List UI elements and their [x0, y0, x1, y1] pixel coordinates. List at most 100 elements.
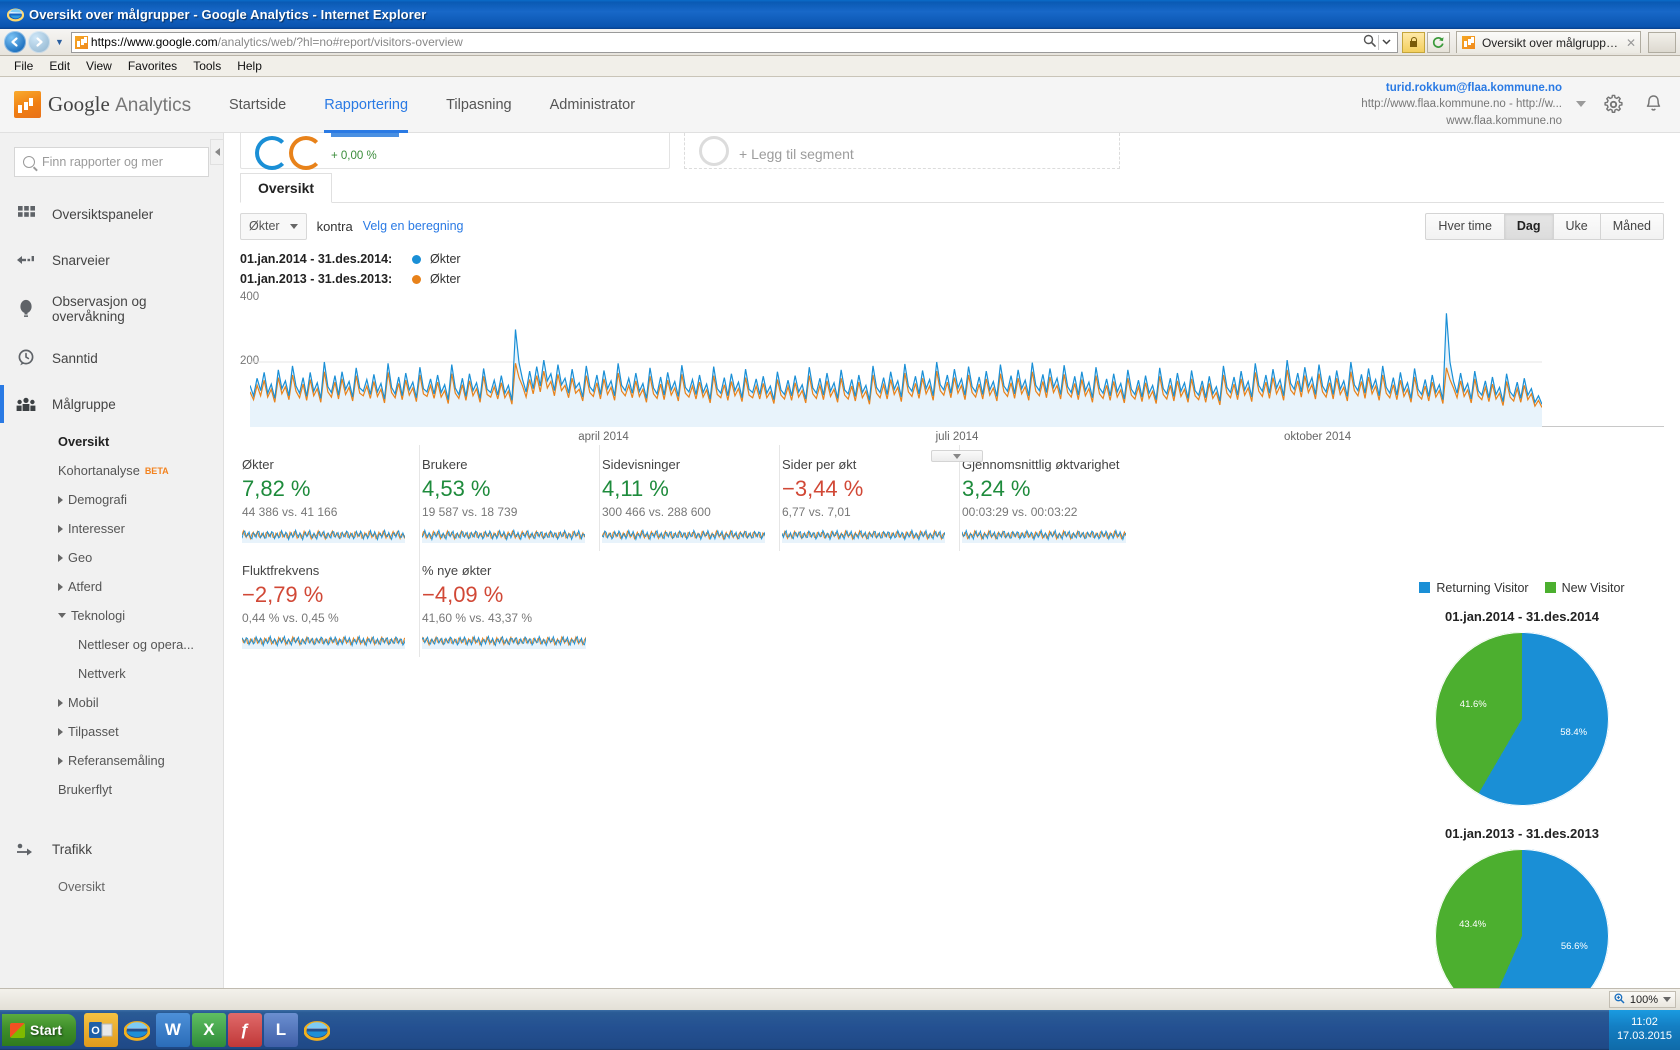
metric-label: Sidevisninger [602, 457, 681, 472]
sidebar-subitem-nettverk[interactable]: Nettverk [0, 659, 223, 688]
sidebar-item-label: Trafikk [52, 841, 92, 857]
menu-item-favorites[interactable]: Favorites [120, 58, 185, 74]
metric-sparkline [782, 525, 945, 543]
nav-rapportering[interactable]: Rapportering [305, 77, 427, 133]
menu-item-tools[interactable]: Tools [185, 58, 229, 74]
sidebar-item-oversiktspaneler[interactable]: Oversiktspaneler [0, 191, 223, 237]
sidebar-item-malgruppe[interactable]: Målgruppe [0, 381, 223, 427]
add-segment-button[interactable]: + Legg til segment [684, 133, 1120, 169]
sidebar-subitem-kohortanalyse[interactable]: Kohortanalyse BETA [0, 456, 223, 485]
nav-startside[interactable]: Startside [210, 77, 305, 133]
sidebar-item-snarveier[interactable]: Snarveier [0, 237, 223, 283]
sidebar-subitem-nettleser[interactable]: Nettleser og opera... [0, 630, 223, 659]
search-input[interactable]: Finn rapporter og mer [14, 147, 209, 177]
chevron-down-icon[interactable] [1576, 101, 1586, 108]
google-analytics-logo[interactable]: Google Analytics [14, 91, 210, 118]
sidebar-subitem-oversikt[interactable]: Oversikt [0, 427, 223, 456]
sidebar-collapse-button[interactable] [210, 139, 223, 165]
menu-item-file[interactable]: File [6, 58, 41, 74]
forward-button[interactable] [28, 31, 50, 53]
metric-card-okter[interactable]: Økter 7,82 % 44 386 vs. 41 166 [240, 445, 420, 551]
account-info[interactable]: turid.rokkum@flaa.kommune.no http://www.… [1361, 80, 1562, 129]
taskbar-clock[interactable]: 11:02 17.03.2015 [1617, 1016, 1672, 1044]
metric-select[interactable]: Økter [240, 212, 307, 240]
sidebar-item-sanntid[interactable]: Sanntid [0, 335, 223, 381]
tab-oversikt[interactable]: Oversikt [240, 173, 333, 203]
metric-label: Brukere [422, 457, 468, 472]
taskbar-outlook-icon[interactable]: O [83, 1013, 118, 1047]
taskbar-ie-2-icon[interactable] [300, 1013, 334, 1047]
metric-label: Økter [242, 457, 274, 472]
taskbar-l-app-icon[interactable]: L [263, 1013, 298, 1047]
report-tabs: Oversikt [240, 173, 1664, 203]
bell-icon[interactable] [1640, 91, 1666, 117]
chevron-down-icon[interactable] [1379, 35, 1395, 49]
system-tray: 11:02 17.03.2015 [1608, 1010, 1680, 1050]
sidebar-subitem-geo[interactable]: Geo [0, 543, 223, 572]
taskbar-ie-icon[interactable] [120, 1013, 154, 1047]
sidebar-subitem-label: Interesser [68, 521, 125, 536]
chevron-down-icon [289, 223, 298, 229]
metric-card-brukere[interactable]: Brukere 4,53 % 19 587 vs. 18 739 [420, 445, 600, 551]
pie-chart-2014[interactable]: 58.4% 41.6% [1435, 632, 1609, 806]
sidebar-subitem-referansemaling[interactable]: Referansemåling [0, 746, 223, 775]
select-calculation-link[interactable]: Velg en beregning [363, 219, 464, 233]
taskbar: Start O W X ƒ L 11:02 17.03.2015 [0, 1010, 1680, 1050]
sidebar-item-label: Observasjon og overvåkning [52, 294, 147, 324]
granularity-uke[interactable]: Uke [1553, 212, 1601, 240]
browser-toolbar: ▼ https://www.google.com/analytics/web/?… [0, 29, 1680, 56]
nav-administrator[interactable]: Administrator [531, 77, 654, 133]
browser-tab[interactable]: Oversikt over målgrupper - G... ✕ [1455, 31, 1641, 53]
sidebar-subitem-tilpasset[interactable]: Tilpasset [0, 717, 223, 746]
legend-color-swatch [1419, 582, 1431, 593]
timeseries-chart[interactable]: 400 200 april 2014 juli 2014 oktober 201… [240, 291, 1664, 462]
sidebar-item-label: Målgruppe [52, 396, 116, 412]
sidebar-subitem-demografi[interactable]: Demografi [0, 485, 223, 514]
legend-date: 01.jan.2013 - 31.des.2013: [240, 272, 393, 286]
sidebar-subitem-teknologi[interactable]: Teknologi [0, 601, 223, 630]
tab-label: Oversikt over målgrupper - G... [1481, 35, 1622, 50]
menu-item-edit[interactable]: Edit [41, 58, 78, 74]
recent-pages-dropdown[interactable]: ▼ [52, 37, 67, 47]
metric-comparison: 41,60 % vs. 43,37 % [422, 611, 533, 625]
back-button[interactable] [4, 31, 26, 53]
pie-chart-2013[interactable]: 56.6% 43.4% [1435, 849, 1609, 988]
refresh-button[interactable] [1426, 31, 1450, 53]
security-lock-button[interactable] [1401, 31, 1425, 53]
close-icon[interactable]: ✕ [1626, 36, 1636, 50]
taskbar-excel-icon[interactable]: X [191, 1013, 226, 1047]
menu-item-view[interactable]: View [78, 58, 120, 74]
menu-item-help[interactable]: Help [229, 58, 270, 74]
analytics-body: Finn rapporter og mer Oversiktspaneler S… [0, 133, 1680, 988]
nav-tilpasning[interactable]: Tilpasning [427, 77, 531, 133]
granularity-hver-time[interactable]: Hver time [1425, 212, 1505, 240]
gear-icon[interactable] [1600, 91, 1626, 117]
metric-card-nye-okter[interactable]: % nye økter −4,09 % 41,60 % vs. 43,37 % [420, 551, 600, 657]
sidebar-subitem-interesser[interactable]: Interesser [0, 514, 223, 543]
sidebar-item-trafikk[interactable]: Trafikk [0, 826, 223, 872]
metric-card-okt-varighet[interactable]: Gjennomsnittlig øktvarighet 3,24 % 00:03… [960, 445, 1140, 551]
chevron-right-icon [58, 698, 63, 707]
sidebar-subitem-atferd[interactable]: Atferd [0, 572, 223, 601]
legend-date: 01.jan.2014 - 31.des.2014: [240, 252, 393, 266]
sidebar-item-observasjon[interactable]: Observasjon og overvåkning [0, 283, 223, 335]
taskbar-f-app-icon[interactable]: ƒ [227, 1013, 262, 1047]
sidebar-subitem-mobil[interactable]: Mobil [0, 688, 223, 717]
search-icon[interactable] [1362, 34, 1378, 50]
sidebar-subitem-trafikk-oversikt[interactable]: Oversikt [0, 872, 223, 901]
zoom-control[interactable]: 100% [1608, 991, 1676, 1008]
chart-zoom-handle[interactable] [931, 450, 983, 462]
traffic-icon [14, 837, 38, 861]
taskbar-word-icon[interactable]: W [155, 1013, 190, 1047]
granularity-maned[interactable]: Måned [1600, 212, 1664, 240]
sidebar-subitem-brukerflyt[interactable]: Brukerflyt [0, 775, 223, 804]
start-button[interactable]: Start [2, 1014, 76, 1046]
segment-all-sessions[interactable]: + 0,00 % [240, 133, 670, 170]
new-tab-button[interactable] [1648, 31, 1676, 53]
metric-card-sidevisninger[interactable]: Sidevisninger 4,11 % 300 466 vs. 288 600 [600, 445, 780, 551]
granularity-dag[interactable]: Dag [1504, 212, 1554, 240]
clock-date: 17.03.2015 [1616, 1030, 1672, 1042]
address-bar[interactable]: https://www.google.com/analytics/web/?hl… [70, 31, 1398, 53]
metric-card-fluktfrekvens[interactable]: Fluktfrekvens −2,79 % 0,44 % vs. 0,45 % [240, 551, 420, 657]
chevron-down-icon[interactable] [1663, 997, 1671, 1002]
